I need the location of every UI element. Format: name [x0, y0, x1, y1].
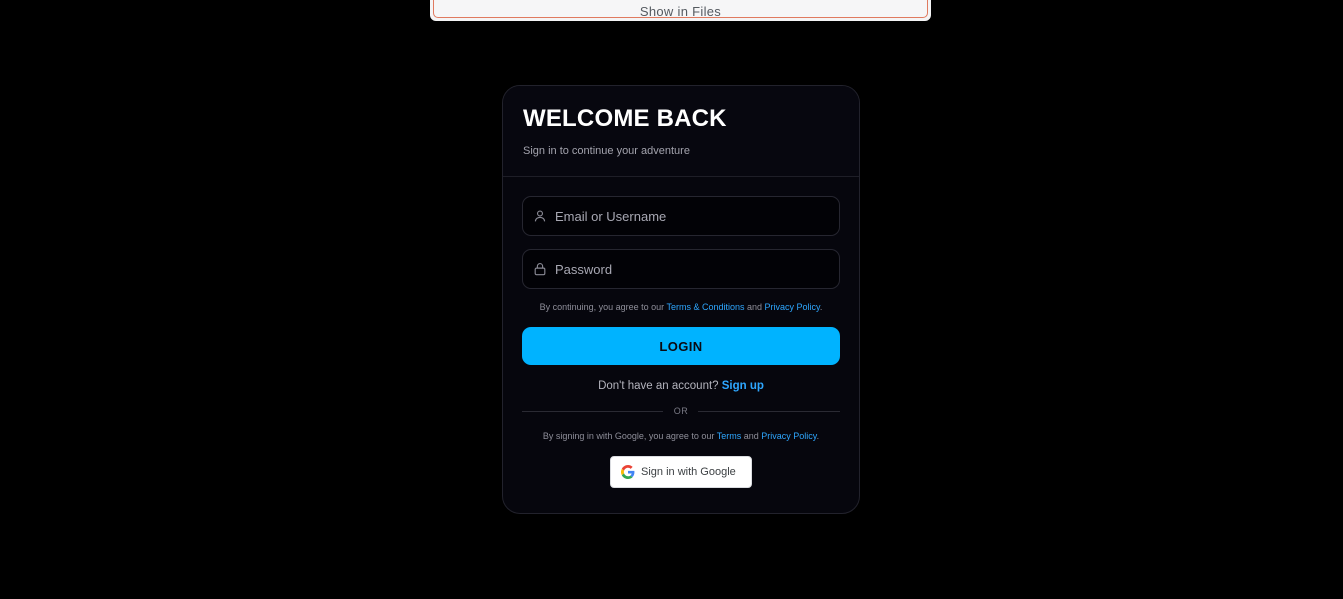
email-input[interactable] [555, 197, 835, 235]
terms-notice-suffix: . [819, 302, 823, 312]
google-signin-button[interactable]: Sign in with Google [610, 456, 752, 488]
google-terms-suffix: . [816, 431, 820, 441]
card-header: WELCOME BACK Sign in to continue your ad… [503, 86, 859, 177]
google-signin-label: Sign in with Google [641, 466, 736, 478]
login-button[interactable]: LOGIN [522, 327, 840, 365]
google-terms-middle: and [741, 431, 762, 441]
signup-prompt: Don't have an account? Sign up [522, 380, 840, 392]
password-field[interactable] [522, 249, 840, 289]
google-terms-link[interactable]: Terms [717, 431, 742, 441]
page-subtitle: Sign in to continue your adventure [523, 145, 690, 157]
google-terms-prefix: By signing in with Google, you agree to … [542, 431, 717, 441]
or-divider: OR [522, 406, 840, 417]
password-input[interactable] [555, 250, 835, 288]
show-in-files-button[interactable]: Show in Files [433, 0, 928, 18]
divider-line-right [698, 411, 840, 412]
google-icon [621, 465, 635, 479]
email-field[interactable] [522, 196, 840, 236]
privacy-policy-link[interactable]: Privacy Policy [765, 302, 820, 312]
google-terms-notice: By signing in with Google, you agree to … [522, 431, 840, 441]
terms-notice: By continuing, you agree to our Terms & … [522, 302, 840, 312]
login-form: By continuing, you agree to our Terms & … [503, 177, 859, 488]
terms-notice-prefix: By continuing, you agree to our [539, 302, 667, 312]
show-in-files-popup: Show in Files [430, 0, 931, 21]
terms-notice-middle: and [744, 302, 765, 312]
user-icon [534, 210, 546, 222]
login-card: WELCOME BACK Sign in to continue your ad… [502, 85, 860, 514]
signup-prompt-text: Don't have an account? [598, 380, 722, 392]
terms-conditions-link[interactable]: Terms & Conditions [666, 302, 744, 312]
signup-link[interactable]: Sign up [722, 380, 764, 392]
google-privacy-link[interactable]: Privacy Policy [761, 431, 816, 441]
show-in-files-label: Show in Files [639, 4, 722, 18]
page-title: WELCOME BACK [523, 105, 727, 132]
lock-icon [534, 263, 546, 276]
